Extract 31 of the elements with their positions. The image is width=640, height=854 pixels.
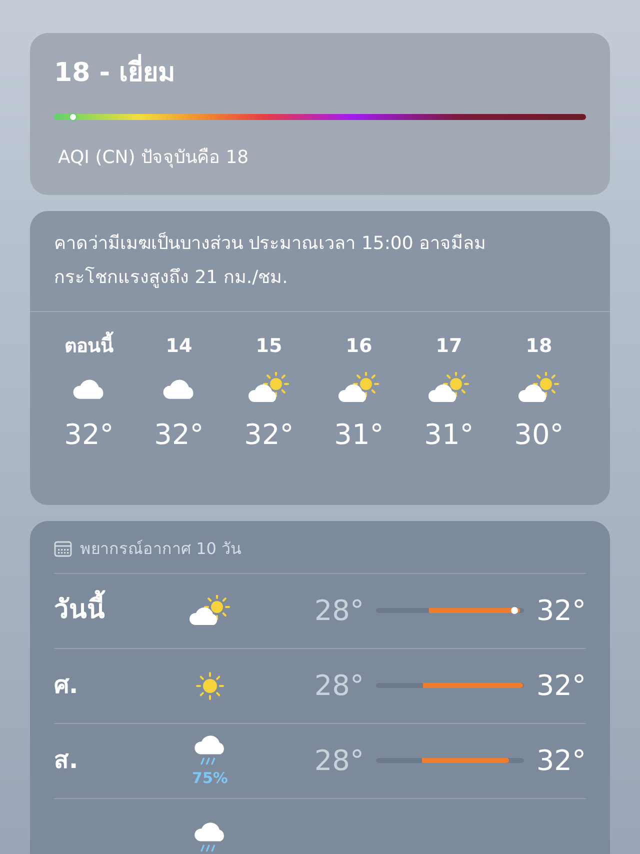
- low-temperature: 28°: [313, 592, 365, 628]
- hour-temperature: 31°: [334, 416, 384, 452]
- high-temperature: 32°: [535, 592, 586, 628]
- daily-title: พยากรณ์อากาศ 10 วัน: [80, 538, 242, 560]
- sun-behind-cloud-icon: [516, 372, 562, 404]
- hour-label: 16: [346, 334, 372, 358]
- low-temperature: 28°: [313, 668, 365, 704]
- hour-label: ตอนนี้: [64, 332, 114, 362]
- day-label: ส.: [54, 745, 80, 776]
- hour-temperature: 32°: [64, 416, 114, 452]
- hour-label: 14: [166, 334, 192, 358]
- hour-temperature: 32°: [244, 416, 294, 452]
- sun-behind-cloud-icon: [426, 372, 472, 404]
- day-label: วันนี้: [54, 590, 174, 632]
- hour-temperature: 31°: [424, 416, 474, 452]
- hour-label: 15: [256, 334, 282, 358]
- day-label: ศ.: [54, 670, 80, 702]
- forecast-summary: คาดว่ามีเมฆเป็นบางส่วน ประมาณเวลา 15:00 อาจมีลม กระโชกแรงสูงถึง 21 กม./ชม.: [30, 210, 610, 312]
- sun-behind-cloud-icon: [336, 372, 382, 404]
- hour-temperature: 32°: [154, 416, 204, 452]
- hour-temperature: 30°: [514, 416, 564, 452]
- sun-behind-cloud-icon: [246, 372, 292, 404]
- low-temperature: 28°: [313, 742, 365, 778]
- sun-behind-cloud-icon: [187, 594, 233, 626]
- high-temperature: 32°: [535, 668, 586, 704]
- calendar-icon: [54, 540, 72, 556]
- hour-label: 17: [436, 334, 462, 358]
- hour-label: 18: [526, 334, 552, 358]
- rain-chance: 75%: [192, 768, 228, 790]
- high-temperature: 32°: [535, 742, 586, 778]
- aqi-caption: AQI (CN) ปัจจุบันคือ 18: [58, 146, 250, 170]
